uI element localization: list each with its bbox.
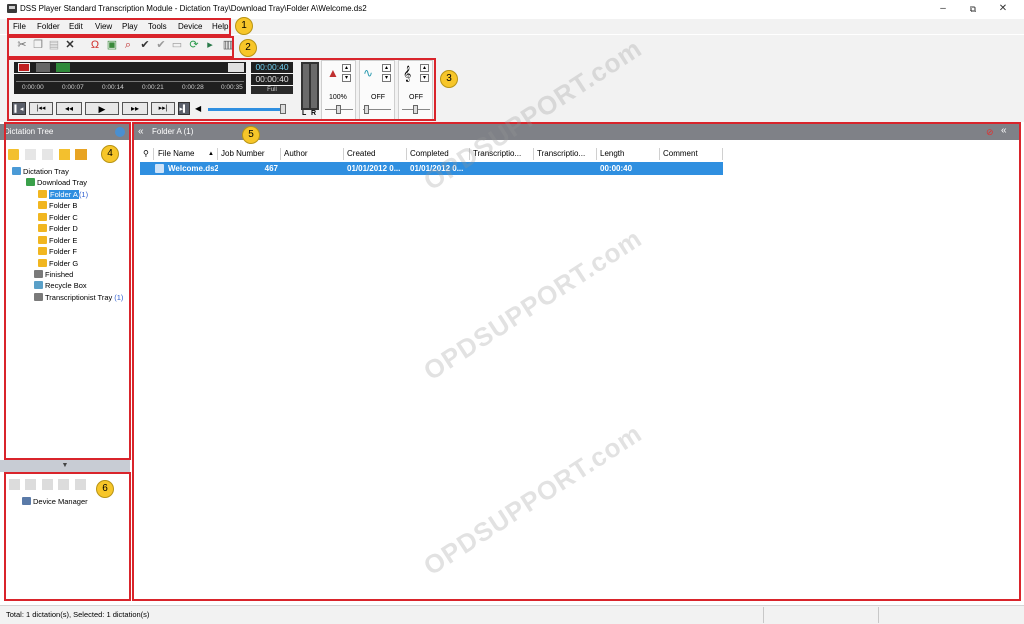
window-title: DSS Player Standard Transcription Module… xyxy=(20,4,367,13)
callout-1: 1 xyxy=(235,17,253,35)
close-button[interactable]: ✕ xyxy=(988,2,1018,16)
callout-2: 2 xyxy=(239,39,257,57)
restore-button[interactable]: ⧉ xyxy=(958,2,988,16)
status-bar: Total: 1 dictation(s), Selected: 1 dicta… xyxy=(0,605,1024,624)
app-icon xyxy=(7,4,17,13)
title-bar: DSS Player Standard Transcription Module… xyxy=(0,0,1024,18)
status-text: Total: 1 dictation(s), Selected: 1 dicta… xyxy=(6,610,150,619)
panel-splitter[interactable]: ▼ xyxy=(0,460,130,472)
collapse-arrow-icon[interactable]: ▼ xyxy=(62,462,69,469)
callout-5: 5 xyxy=(242,126,260,144)
callout-box-menu xyxy=(7,18,231,36)
callout-box-list xyxy=(132,122,1021,601)
callout-box-dictation-tree xyxy=(4,122,131,460)
callout-3: 3 xyxy=(440,70,458,88)
callout-6: 6 xyxy=(96,480,114,498)
callout-4: 4 xyxy=(101,145,119,163)
callout-box-player xyxy=(7,58,436,121)
callout-box-toolbar xyxy=(7,36,234,58)
minimize-button[interactable]: – xyxy=(928,2,958,16)
